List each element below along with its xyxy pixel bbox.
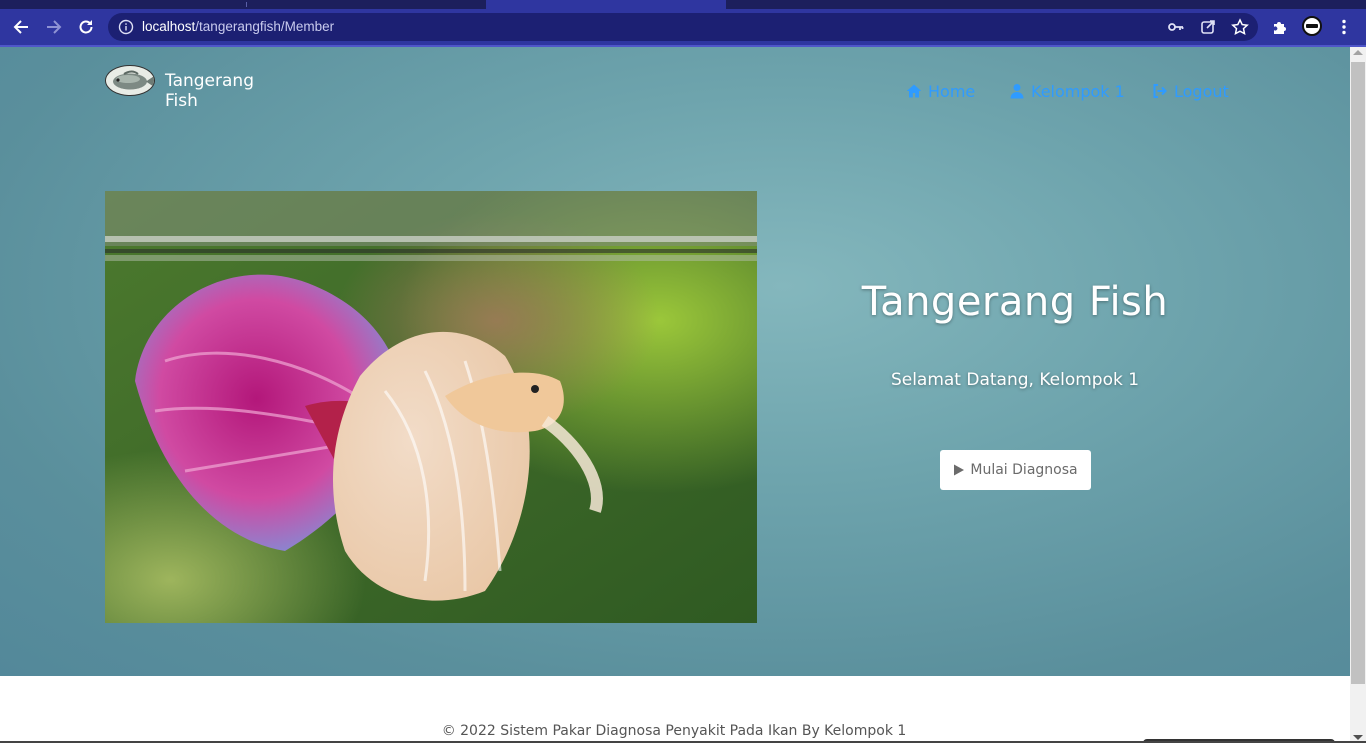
menu-kebab-icon[interactable] bbox=[1330, 13, 1358, 41]
scroll-up-arrow-icon[interactable] bbox=[1353, 50, 1363, 55]
brand-name[interactable]: Tangerang Fish bbox=[165, 71, 275, 111]
forward-icon[interactable] bbox=[40, 13, 68, 41]
back-icon[interactable] bbox=[7, 13, 35, 41]
nav-home-label: Home bbox=[928, 81, 976, 101]
tab-separator bbox=[246, 2, 247, 7]
key-icon[interactable] bbox=[1167, 18, 1185, 36]
browser-tab-strip bbox=[0, 0, 1366, 9]
url-path: /tangerangfish/Member bbox=[195, 19, 335, 34]
footer-copyright: © 2022 Sistem Pakar Diagnosa Penyakit Pa… bbox=[441, 723, 907, 739]
extensions-icon[interactable] bbox=[1266, 13, 1294, 41]
scroll-down-arrow-icon[interactable] bbox=[1353, 735, 1363, 740]
user-icon bbox=[1010, 84, 1024, 99]
share-icon[interactable] bbox=[1199, 18, 1217, 36]
nav-logout-label: Logout bbox=[1174, 81, 1229, 101]
profile-avatar-icon[interactable] bbox=[1302, 16, 1322, 36]
hero-section: Tangerang Fish Home Kelompok 1 Logout Ta… bbox=[0, 47, 1350, 676]
brand-logo[interactable] bbox=[105, 65, 155, 96]
site-info-icon[interactable] bbox=[118, 19, 134, 35]
nav-home[interactable]: Home bbox=[906, 81, 975, 101]
nav-logout[interactable]: Logout bbox=[1152, 81, 1229, 101]
hero-subtitle: Selamat Datang, Kelompok 1 bbox=[890, 370, 1140, 390]
nav-kelompok-label: Kelompok 1 bbox=[1031, 81, 1125, 101]
address-bar[interactable]: localhost/tangerangfish/Member bbox=[108, 13, 1258, 41]
scrollbar-thumb[interactable] bbox=[1351, 62, 1365, 684]
reload-icon[interactable] bbox=[72, 13, 100, 41]
betta-fish-photo bbox=[105, 191, 757, 623]
browser-toolbar: localhost/tangerangfish/Member bbox=[0, 9, 1366, 47]
browser-tab-active[interactable] bbox=[486, 0, 726, 9]
start-diagnosis-label: Mulai Diagnosa bbox=[970, 462, 1078, 478]
url-text: localhost/tangerangfish/Member bbox=[142, 19, 334, 34]
footer: © 2022 Sistem Pakar Diagnosa Penyakit Pa… bbox=[0, 676, 1350, 743]
home-icon bbox=[906, 84, 922, 98]
star-icon[interactable] bbox=[1231, 18, 1249, 36]
nav-kelompok[interactable]: Kelompok 1 bbox=[1009, 81, 1125, 101]
url-host: localhost bbox=[142, 19, 196, 34]
logout-icon bbox=[1153, 84, 1167, 98]
play-icon bbox=[954, 464, 965, 476]
hero-title: Tangerang Fish bbox=[861, 279, 1169, 325]
start-diagnosis-button[interactable]: Mulai Diagnosa bbox=[940, 450, 1091, 490]
page-viewport: Tangerang Fish Home Kelompok 1 Logout Ta… bbox=[0, 47, 1350, 743]
